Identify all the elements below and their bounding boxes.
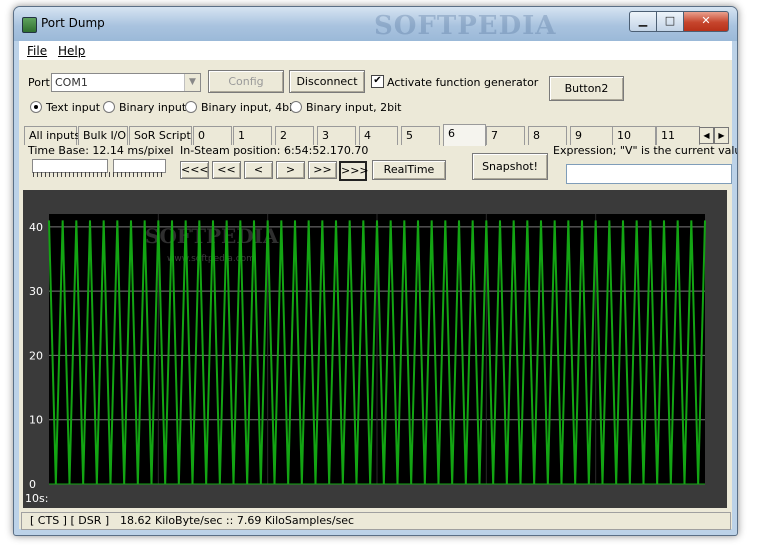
channel-tabs: All inputs Bulk I/O SoR Script 0 1 2 3 4… — [24, 124, 729, 146]
x-axis-label: 10s: — [25, 492, 48, 505]
time-base-slider-right[interactable] — [113, 159, 166, 173]
tab-scroll-left-icon[interactable]: ◀ — [699, 127, 714, 144]
radio-text-input-label: Text input — [46, 101, 101, 114]
snapshot-button[interactable]: Snapshot! — [472, 153, 548, 180]
y-tick-label: 30 — [29, 285, 43, 298]
tab-7[interactable]: 7 — [486, 126, 525, 145]
radio-binary-input-label: Binary input — [119, 101, 187, 114]
y-tick-label: 40 — [29, 221, 43, 234]
tab-3[interactable]: 3 — [317, 126, 356, 145]
y-tick-label: 20 — [29, 349, 43, 362]
checkmark-icon: ✔ — [373, 75, 382, 86]
menu-help-label: Help — [58, 44, 86, 58]
disconnect-button[interactable]: Disconnect — [289, 70, 365, 93]
config-button[interactable]: Config — [208, 70, 284, 93]
radio-text-input[interactable] — [30, 101, 42, 113]
nav-forward-button[interactable]: > — [276, 161, 305, 179]
tab-4[interactable]: 4 — [359, 126, 398, 145]
tab-sor-script[interactable]: SoR Script — [129, 126, 192, 145]
port-select[interactable]: COM1 ▼ — [51, 73, 201, 92]
menu-file[interactable]: File — [27, 44, 47, 58]
close-button[interactable]: ✕ — [683, 11, 729, 32]
slider-ticks — [33, 172, 165, 177]
button2[interactable]: Button2 — [549, 76, 624, 101]
minimize-button[interactable]: ▁ — [629, 11, 657, 32]
nav-forward-fast-button[interactable]: >> — [308, 161, 337, 179]
window-title: Port Dump — [41, 16, 105, 30]
time-base-label: Time Base: 12.14 ms/pixel — [28, 144, 174, 157]
app-window: Port Dump SOFTPEDIA ▁ □ ✕ File Help Port… — [13, 6, 738, 536]
radio-binary-4bit-label: Binary input, 4bit — [201, 101, 297, 114]
tab-2[interactable]: 2 — [275, 126, 314, 145]
stream-position-label: In-Steam position: 6:54:52.170.70 — [180, 144, 369, 157]
client-area: File Help Port: COM1 ▼ Config Disconnect… — [19, 41, 737, 530]
chevron-down-icon[interactable]: ▼ — [184, 74, 200, 91]
time-base-slider-left[interactable] — [32, 159, 108, 173]
nav-back-fast-button[interactable]: << — [212, 161, 241, 179]
plot-area: 40 30 20 10 0 SOFTPEDIA www.softpedia.com 10… — [23, 190, 727, 508]
tab-10[interactable]: 10 — [612, 126, 656, 145]
function-generator-checkbox[interactable]: ✔ — [371, 75, 384, 88]
tab-6[interactable]: 6 — [443, 124, 486, 146]
radio-binary-input[interactable] — [103, 101, 115, 113]
tab-8[interactable]: 8 — [528, 126, 567, 145]
maximize-button[interactable]: □ — [656, 11, 684, 32]
tab-1[interactable]: 1 — [233, 126, 272, 145]
nav-last-button[interactable]: >>> — [339, 161, 369, 181]
nav-first-button[interactable]: <<< — [180, 161, 209, 179]
status-signals: [ CTS ] [ DSR ] — [30, 514, 110, 527]
y-axis-ticks: 40 30 20 10 0 — [29, 221, 43, 491]
tab-bulk-io[interactable]: Bulk I/O — [78, 126, 128, 145]
app-icon — [22, 17, 37, 33]
port-select-value: COM1 — [55, 76, 88, 89]
y-tick-label: 0 — [29, 478, 36, 491]
radio-binary-4bit[interactable] — [185, 101, 197, 113]
menu-file-label: File — [27, 44, 48, 58]
radio-binary-2bit[interactable] — [290, 101, 302, 113]
status-bar: [ CTS ] [ DSR ] 18.62 KiloByte/sec :: 7.… — [21, 512, 731, 530]
tab-all-inputs[interactable]: All inputs — [24, 126, 80, 145]
menu-help[interactable]: Help — [58, 44, 85, 58]
tab-9[interactable]: 9 — [570, 126, 614, 145]
expression-label: Expression; "V" is the current value — [553, 144, 738, 157]
radio-binary-2bit-label: Binary input, 2bit — [306, 101, 402, 114]
realtime-button[interactable]: RealTime — [372, 160, 446, 180]
tab-11[interactable]: 11 — [656, 126, 700, 145]
y-tick-label: 10 — [29, 414, 43, 427]
title-bar[interactable]: Port Dump SOFTPEDIA ▁ □ ✕ — [14, 7, 737, 41]
signal-plot[interactable]: 403020100 SOFTPEDIA www.softpedia.com 10… — [23, 190, 727, 508]
tab-scroll-right-icon[interactable]: ▶ — [714, 127, 729, 144]
port-label: Port: — [28, 76, 54, 89]
function-generator-label: Activate function generator — [387, 76, 539, 89]
tab-0[interactable]: 0 — [193, 126, 232, 145]
expression-input[interactable] — [566, 164, 732, 184]
title-watermark: SOFTPEDIA — [374, 11, 557, 41]
menu-bar: File Help — [19, 41, 732, 60]
nav-back-button[interactable]: < — [244, 161, 273, 179]
status-throughput: 18.62 KiloByte/sec :: 7.69 KiloSamples/s… — [120, 514, 355, 527]
tab-5[interactable]: 5 — [401, 126, 440, 145]
